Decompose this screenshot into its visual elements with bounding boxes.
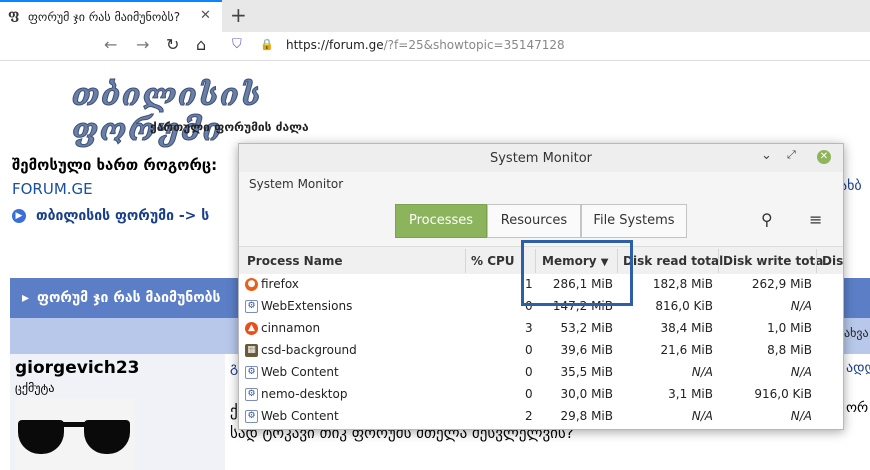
process-disk-read: 816,0 KiB: [655, 299, 713, 313]
column-separator: [718, 249, 719, 273]
breadcrumb-bullet-icon: ▶: [12, 209, 26, 223]
gear-process-icon: ⚙: [245, 366, 258, 379]
process-name: cinnamon: [261, 321, 321, 335]
browser-nav-bar: ← → ↻ ⌂ ⛉ 🔒 https://forum.ge/?f=25&showt…: [0, 32, 870, 61]
gear-process-icon: ⚙: [245, 388, 258, 401]
tab-resources[interactable]: Resources: [487, 204, 581, 238]
memory-highlight-box: [521, 240, 633, 306]
logged-in-label: შემოსული ხართ როგორც:: [12, 156, 218, 174]
process-memory: 35,5 MiB: [560, 365, 613, 379]
process-name: firefox: [261, 277, 299, 291]
post-header-fragment: გ: [230, 360, 239, 376]
process-disk-write: 262,9 MiB: [751, 277, 812, 291]
process-disk-write: 8,8 MiB: [767, 343, 812, 357]
column-separator: [465, 249, 466, 273]
minimize-icon[interactable]: ⌄: [761, 148, 772, 163]
process-disk-write: N/A: [790, 409, 812, 423]
lock-icon[interactable]: 🔒: [260, 38, 274, 51]
forward-arrow-icon[interactable]: →: [136, 35, 149, 54]
process-disk-write: 1,0 MiB: [767, 321, 812, 335]
table-row[interactable]: ▦ csd-background 0 39,6 MiB 21,6 MiB 8,8 MiB: [239, 340, 843, 362]
process-disk-read: N/A: [691, 409, 713, 423]
tab-processes[interactable]: Processes: [395, 204, 487, 238]
cinnamon-process-icon: ▲: [245, 322, 258, 335]
column-process-name[interactable]: Process Name: [247, 254, 342, 268]
table-row[interactable]: ⚙ Web Content 2 29,8 MiB N/A N/A: [239, 406, 843, 428]
search-icon[interactable]: ⚲: [761, 210, 773, 229]
url-bar[interactable]: https://forum.ge/?f=25&showtopic=3514712…: [286, 38, 565, 52]
process-name: Web Content: [261, 365, 339, 379]
topic-arrow-icon: ▸: [22, 290, 30, 306]
topic-title-text: ფორუმ ჯი რას მაიმუნობს: [37, 290, 221, 306]
window-title: System Monitor: [489, 151, 593, 166]
breadcrumb-home[interactable]: თბილისის ფორუმი: [36, 208, 174, 224]
tracking-shield-icon[interactable]: ⛉: [232, 37, 242, 52]
breadcrumb-next[interactable]: ს: [201, 208, 209, 224]
process-disk-read: 38,4 MiB: [660, 321, 713, 335]
gear-process-icon: ⚙: [245, 410, 258, 423]
site-link[interactable]: FORUM.GE: [12, 180, 93, 198]
column-separator: [816, 249, 817, 273]
process-disk-write: N/A: [790, 299, 812, 313]
process-cpu: 0: [525, 365, 533, 379]
firefox-process-icon: ●: [245, 278, 258, 291]
table-row[interactable]: ⚙ nemo-desktop 0 30,0 MiB 3,1 MiB 916,0 KiB: [239, 384, 843, 406]
close-tab-icon[interactable]: ✕: [200, 8, 211, 23]
process-disk-read: 21,6 MiB: [660, 343, 713, 357]
window-titlebar[interactable]: System Monitor ⌄ ⤢ ✕: [239, 144, 843, 172]
url-host: https://forum.ge: [286, 38, 384, 52]
poster-name[interactable]: giorgevich23: [15, 358, 140, 378]
process-disk-write: N/A: [790, 365, 812, 379]
process-name: Web Content: [261, 409, 339, 423]
forum-logo[interactable]: თბილისის ფორუმი ქართული ფორუმის ძალა: [12, 72, 322, 149]
table-row[interactable]: ▲ cinnamon 3 53,2 MiB 38,4 MiB 1,0 MiB: [239, 318, 843, 340]
tab-file-systems[interactable]: File Systems: [581, 204, 687, 238]
process-disk-read: 182,8 MiB: [652, 277, 713, 291]
logo-subtitle: ქართული ფორუმის ძალა: [150, 120, 309, 134]
column-cpu[interactable]: % CPU: [471, 254, 515, 268]
process-cpu: 2: [525, 409, 533, 423]
maximize-icon[interactable]: ⤢: [787, 148, 796, 162]
csd-process-icon: ▦: [245, 344, 258, 357]
browser-tab[interactable]: ფ ფორუმ ჯი რას მაიმუნობს? ✕: [0, 0, 222, 32]
process-disk-read: 3,1 MiB: [668, 387, 713, 401]
table-row[interactable]: ⚙ Web Content 0 35,5 MiB N/A N/A: [239, 362, 843, 384]
process-name: csd-background: [261, 343, 357, 357]
process-cpu: 0: [525, 343, 533, 357]
process-memory: 39,6 MiB: [560, 343, 613, 357]
process-cpu: 3: [525, 321, 533, 335]
column-disk-write[interactable]: Disk write tota: [723, 254, 823, 268]
app-subtitle: System Monitor: [249, 177, 344, 191]
reload-icon[interactable]: ↻: [166, 35, 179, 54]
logo-title: თბილისის ფორუმი: [72, 78, 263, 149]
process-disk-write: 916,0 KiB: [754, 387, 812, 401]
post-text-line1: ქ: [230, 402, 238, 420]
url-path: /?f=25&showtopic=35147128: [383, 38, 565, 52]
gear-process-icon: ⚙: [245, 300, 258, 313]
post-right-fragment-b: ორ: [846, 400, 869, 416]
subheader-right-fragment[interactable]: ახვა: [844, 326, 869, 340]
process-disk-read: N/A: [691, 365, 713, 379]
process-memory: 29,8 MiB: [560, 409, 613, 423]
poster-rank: ცქმუტა: [15, 381, 55, 395]
column-disk-read[interactable]: Disk read total: [623, 254, 723, 268]
process-memory: 30,0 MiB: [560, 387, 613, 401]
post-right-fragment-a[interactable]: ადდ: [846, 360, 870, 376]
topic-title: ▸ ფორუმ ჯი რას მაიმუნობს: [22, 290, 220, 306]
process-memory: 53,2 MiB: [560, 321, 613, 335]
new-tab-button[interactable]: +: [230, 3, 247, 27]
site-favicon-icon: ფ: [8, 8, 20, 23]
process-cpu: 0: [525, 387, 533, 401]
back-arrow-icon[interactable]: ←: [104, 35, 117, 54]
breadcrumb: ▶ თბილისის ფორუმი -> ს: [12, 208, 209, 224]
close-icon[interactable]: ✕: [817, 150, 831, 164]
browser-tab-bar: ფ ფორუმ ჯი რას მაიმუნობს? ✕ +: [0, 0, 870, 32]
tab-title: ფორუმ ჯი რას მაიმუნობს?: [28, 10, 181, 24]
home-icon[interactable]: ⌂: [196, 35, 206, 54]
hamburger-menu-icon[interactable]: ≡: [809, 210, 822, 229]
process-name: WebExtensions: [261, 299, 353, 313]
column-disk-more[interactable]: Dis: [822, 254, 843, 268]
breadcrumb-arrow: ->: [178, 208, 197, 224]
process-name: nemo-desktop: [261, 387, 348, 401]
